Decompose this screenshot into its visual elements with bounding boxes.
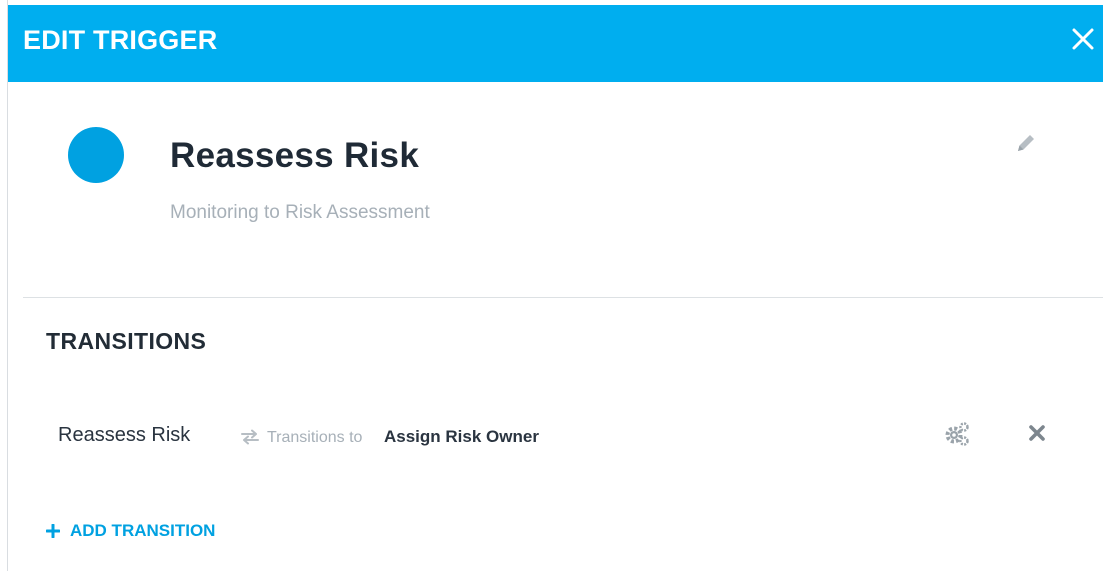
edit-trigger-button[interactable] [1013,130,1039,156]
x-icon [1029,425,1045,441]
dialog-title: EDIT TRIGGER [23,25,218,55]
close-icon [1072,28,1094,50]
trigger-name: Reassess Risk [170,136,420,175]
close-button[interactable] [1068,24,1098,54]
add-transition-button[interactable]: ADD TRANSITION [46,518,215,544]
transitions-to-label: Transitions to [267,429,363,446]
transition-name: Reassess Risk [58,424,191,446]
edit-trigger-panel: EDIT TRIGGER Reassess Risk Monitoring to… [7,0,1103,571]
transition-settings-button[interactable] [942,419,972,449]
trigger-status-dot [68,127,124,183]
pencil-icon [1018,135,1034,151]
trigger-subtitle: Monitoring to Risk Assessment [170,202,430,223]
dialog-header: EDIT TRIGGER [8,5,1103,82]
swap-arrows-icon [240,429,260,445]
delete-transition-button[interactable] [1027,423,1047,443]
section-divider [23,297,1103,298]
transition-row: Reassess Risk Transitions to Assign Risk… [8,415,1103,459]
transitions-heading: TRANSITIONS [46,328,207,354]
transition-target: Assign Risk Owner [384,427,539,446]
add-transition-label: ADD TRANSITION [70,521,216,540]
gears-icon [945,422,969,446]
plus-icon [46,524,60,538]
